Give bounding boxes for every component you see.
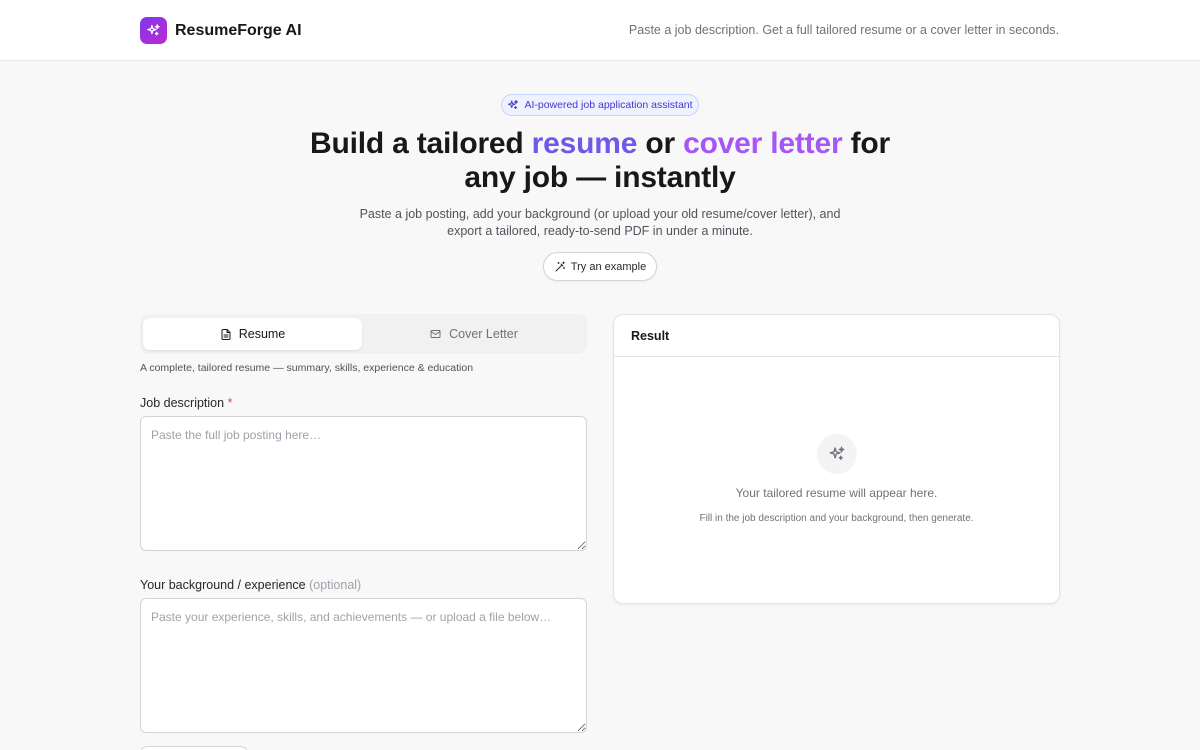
tab-cover-letter[interactable]: Cover Letter xyxy=(364,318,583,350)
job-description-input[interactable] xyxy=(140,416,587,551)
hero-title: Build a tailored resume or cover letter … xyxy=(0,127,1200,195)
title-text: Build a tailored xyxy=(310,127,532,160)
hero-subtitle: Paste a job posting, add your background… xyxy=(350,206,850,240)
brand[interactable]: ResumeForge AI xyxy=(140,17,302,44)
job-description-label: Job description * xyxy=(140,396,232,410)
ai-badge: AI-powered job application assistant xyxy=(501,94,699,116)
sparkles-icon xyxy=(817,434,857,474)
brand-name: ResumeForge AI xyxy=(175,21,302,39)
title-text: for xyxy=(842,127,891,160)
tab-cover-letter-label: Cover Letter xyxy=(449,327,518,341)
top-bar: ResumeForge AI Paste a job description. … xyxy=(0,0,1200,61)
mail-icon xyxy=(430,330,441,338)
result-title: Result xyxy=(614,315,1059,357)
mode-tabs: Resume Cover Letter xyxy=(140,314,587,354)
background-label: Your background / experience (optional) xyxy=(140,578,361,592)
title-line-2: any job — instantly xyxy=(464,161,736,194)
title-highlight-cover-letter: cover letter xyxy=(683,127,843,160)
title-text: or xyxy=(637,127,684,160)
background-label-text: Your background / experience xyxy=(140,578,306,592)
required-marker: * xyxy=(227,396,233,410)
badge-text: AI-powered job application assistant xyxy=(524,99,693,111)
title-highlight-resume: resume xyxy=(531,127,638,160)
upload-file-button[interactable] xyxy=(140,746,248,750)
background-input[interactable] xyxy=(140,598,587,733)
try-example-button[interactable]: Try an example xyxy=(543,252,657,281)
result-empty-title: Your tailored resume will appear here. xyxy=(735,486,938,500)
magic-wand-icon xyxy=(555,261,565,271)
subtitle-line-2: export a tailored, ready-to-send PDF in … xyxy=(447,224,753,238)
document-icon xyxy=(221,328,231,340)
result-empty-subtitle: Fill in the job description and your bac… xyxy=(699,513,974,524)
job-description-label-text: Job description xyxy=(140,396,225,410)
sparkles-icon xyxy=(140,17,167,44)
subtitle-line-1: Paste a job posting, add your background… xyxy=(359,207,841,221)
result-panel: Result Your tailored resume will appear … xyxy=(613,314,1060,604)
optional-marker: (optional) xyxy=(309,578,362,592)
header-tagline: Paste a job description. Get a full tail… xyxy=(628,23,1059,37)
sparkles-icon xyxy=(508,100,519,109)
tab-resume[interactable]: Resume xyxy=(143,318,362,350)
mode-description: A complete, tailored resume — summary, s… xyxy=(140,362,474,374)
try-example-label: Try an example xyxy=(570,260,647,273)
tab-resume-label: Resume xyxy=(238,327,286,341)
